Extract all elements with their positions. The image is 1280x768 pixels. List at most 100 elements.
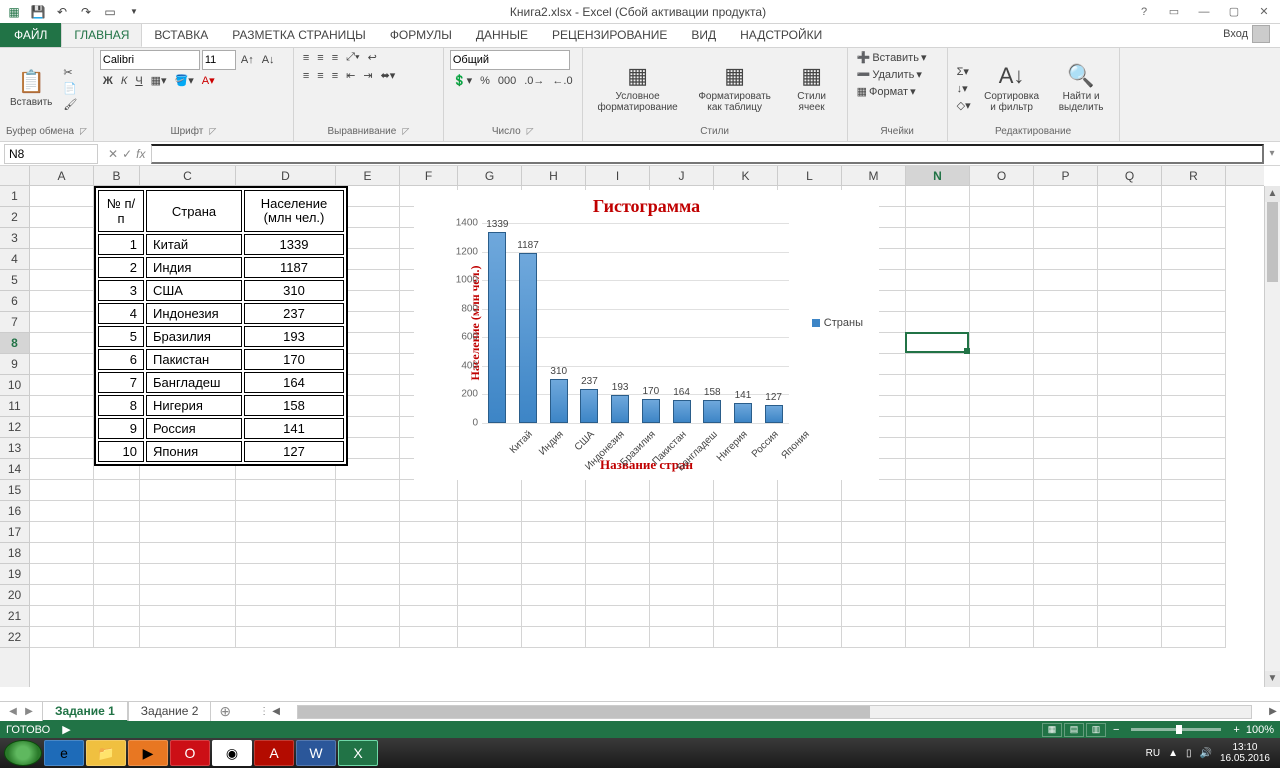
fx-icon[interactable]: fx [136,147,145,161]
cell[interactable] [842,564,906,585]
cell[interactable] [1098,585,1162,606]
cell[interactable] [906,417,970,438]
embedded-chart[interactable]: Гистограмма Население (млн чел.) 0200400… [414,190,879,480]
zoom-in-button[interactable]: + [1233,724,1239,736]
underline-button[interactable]: Ч [132,74,145,88]
cell[interactable] [336,480,400,501]
cell[interactable] [842,522,906,543]
cell[interactable] [1034,186,1098,207]
cell[interactable] [714,480,778,501]
ribbon-tab[interactable]: ДАННЫЕ [464,23,540,47]
chart-bar[interactable] [703,400,721,423]
row-header[interactable]: 5 [0,270,29,291]
cell[interactable] [842,480,906,501]
table-cell[interactable]: Индонезия [146,303,242,324]
row-header[interactable]: 3 [0,228,29,249]
cell[interactable] [778,501,842,522]
row-header[interactable]: 14 [0,459,29,480]
cell[interactable] [458,564,522,585]
row-header[interactable]: 10 [0,375,29,396]
cell[interactable] [906,333,970,354]
horizontal-scrollbar[interactable] [297,705,1252,719]
row-header[interactable]: 17 [0,522,29,543]
cell[interactable] [236,480,336,501]
cell[interactable] [236,501,336,522]
cell[interactable] [1098,501,1162,522]
cell[interactable] [400,480,458,501]
cell[interactable] [30,186,94,207]
row-header[interactable]: 8 [0,333,29,354]
tab-nav-next-icon[interactable]: ▶ [22,706,36,717]
cell[interactable] [1098,543,1162,564]
chart-bar[interactable] [765,405,783,423]
clear-button[interactable]: ◇▾ [954,98,974,113]
table-cell[interactable]: 3 [98,280,144,301]
cell[interactable] [236,606,336,627]
cell[interactable] [586,606,650,627]
table-cell[interactable]: 9 [98,418,144,439]
cell[interactable] [906,228,970,249]
row-header[interactable]: 21 [0,606,29,627]
decrease-indent-button[interactable]: ⇤ [343,68,358,83]
chart-bar[interactable] [519,253,537,423]
cell[interactable] [30,396,94,417]
cell[interactable] [970,396,1034,417]
cell[interactable] [458,501,522,522]
cell[interactable] [714,501,778,522]
ribbon-tab[interactable]: РАЗМЕТКА СТРАНИЦЫ [220,23,378,47]
cell[interactable] [1098,564,1162,585]
cell[interactable] [30,228,94,249]
column-header[interactable]: D [236,166,336,185]
cell[interactable] [1034,207,1098,228]
wrap-text-button[interactable]: ↩ [365,50,380,65]
cell[interactable] [1162,396,1226,417]
cell[interactable] [400,543,458,564]
align-top-button[interactable]: ≡ [300,51,312,65]
column-header[interactable]: I [586,166,650,185]
taskbar-chrome-icon[interactable]: ◉ [212,740,252,766]
decrease-decimal-button[interactable]: ←.0 [549,74,575,88]
currency-button[interactable]: 💲▾ [450,73,475,88]
minimize-icon[interactable]: — [1192,2,1216,22]
cell[interactable] [778,627,842,648]
cell[interactable] [140,543,236,564]
cell[interactable] [30,543,94,564]
column-header[interactable]: A [30,166,94,185]
cell[interactable] [1098,291,1162,312]
cell[interactable] [1034,417,1098,438]
cell[interactable] [236,522,336,543]
cell[interactable] [30,480,94,501]
cell[interactable] [140,564,236,585]
cell[interactable] [906,438,970,459]
cell[interactable] [1162,249,1226,270]
column-header[interactable]: F [400,166,458,185]
cell[interactable] [30,333,94,354]
launcher-icon[interactable]: ◸ [209,126,216,137]
table-cell[interactable]: 1 [98,234,144,255]
cell[interactable] [1034,270,1098,291]
cell[interactable] [650,627,714,648]
cell[interactable] [400,522,458,543]
cell[interactable] [1162,606,1226,627]
cell[interactable] [1034,480,1098,501]
cell[interactable] [970,564,1034,585]
table-cell[interactable]: 8 [98,395,144,416]
cell[interactable] [970,459,1034,480]
redo-icon[interactable]: ↷ [76,2,96,22]
cell[interactable] [236,627,336,648]
table-header[interactable]: Население (млн чел.) [244,190,344,232]
cell[interactable] [842,606,906,627]
cell[interactable] [1098,417,1162,438]
hscroll-thumb[interactable] [298,706,870,718]
cell[interactable] [1162,228,1226,249]
cell[interactable] [94,501,140,522]
cell[interactable] [1098,186,1162,207]
cell[interactable] [1162,522,1226,543]
cell[interactable] [906,270,970,291]
cell[interactable] [1098,270,1162,291]
cell[interactable] [906,522,970,543]
font-size-combo[interactable] [202,50,236,70]
cell[interactable] [236,585,336,606]
cell[interactable] [906,396,970,417]
cell[interactable] [842,627,906,648]
